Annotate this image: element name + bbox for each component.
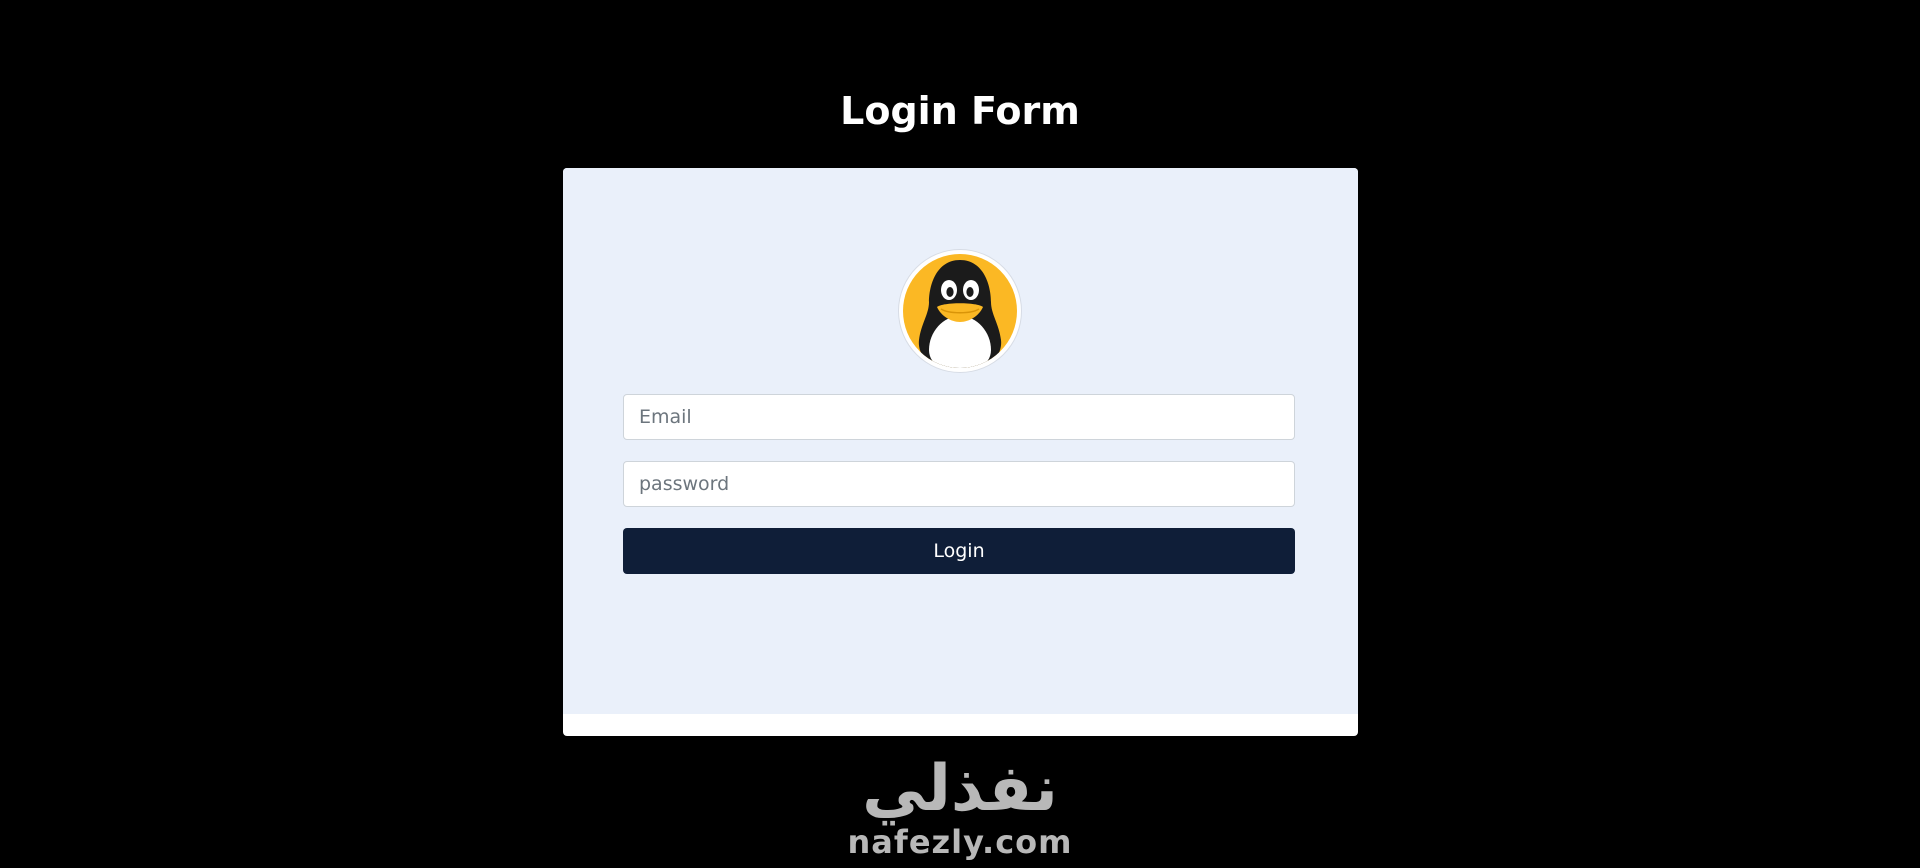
watermark-arabic-text: نفذلي	[862, 752, 1058, 826]
penguin-icon	[903, 254, 1017, 368]
login-page: Login Form Email Login نفذلي nafezly.com	[0, 0, 1920, 868]
nafezly-watermark-logo: نفذلي nafezly.com	[820, 754, 1100, 868]
email-field[interactable]	[623, 394, 1295, 440]
login-card: Login	[563, 168, 1358, 736]
login-card-body: Login	[563, 168, 1358, 714]
avatar	[899, 250, 1021, 372]
page-title: Login Form	[840, 89, 1080, 134]
login-button[interactable]: Login	[623, 528, 1295, 574]
watermark-domain-text: nafezly.com	[847, 823, 1073, 861]
password-field[interactable]	[623, 461, 1295, 507]
